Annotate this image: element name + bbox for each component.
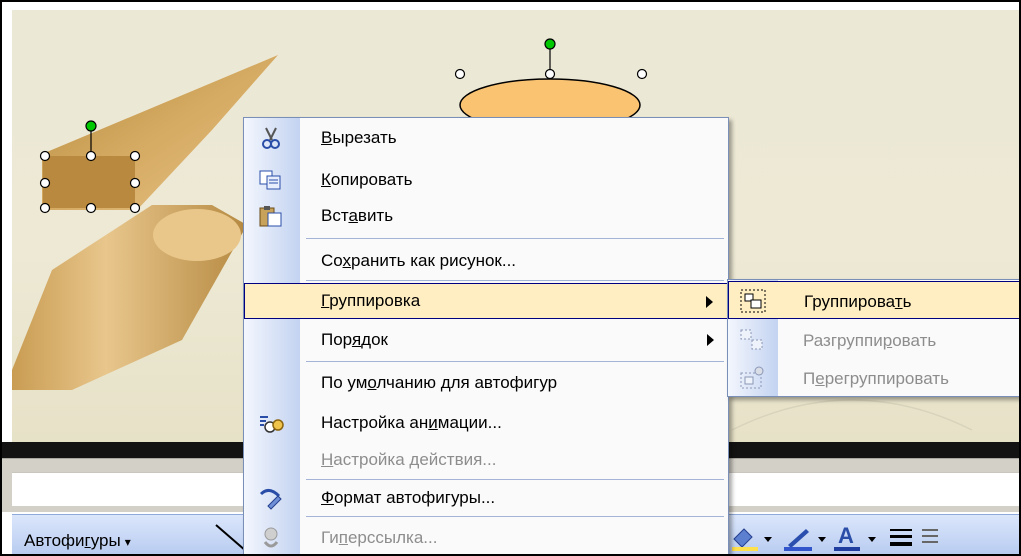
menu-separator: [306, 238, 724, 239]
menu-item-label: Группировка: [321, 291, 420, 311]
menu-item-label-part: и: [428, 413, 438, 432]
menu-item-label: Формат автофигуры...: [321, 488, 495, 508]
menu-item-label-part: астройка действия...: [333, 450, 497, 469]
menu-item-set-autoshape-defaults[interactable]: По умолчанию для автофигур: [244, 365, 728, 401]
menu-item-label-part: ь: [902, 292, 912, 311]
menu-item-label-part: руппировка: [329, 291, 421, 310]
copy-icon: [259, 170, 281, 190]
menu-item-label-part: ырезать: [332, 128, 397, 147]
menu-item-label-part: а: [348, 206, 358, 225]
menu-item-cut[interactable]: Вырезать: [244, 120, 728, 156]
submenu-item-regroup[interactable]: Перегруппировать: [728, 359, 1019, 397]
menu-item-format-autoshape[interactable]: Формат автофигуры...: [244, 480, 728, 516]
autoshapes-menu-button[interactable]: Автофигуры ▾: [24, 531, 131, 551]
menu-item-label: Группировать: [804, 292, 911, 312]
menu-item-label: Сохранить как рисунок...: [321, 251, 516, 271]
menu-item-label: Разгруппировать: [803, 331, 936, 351]
menu-item-label-part: П: [803, 369, 816, 388]
menu-item-label-part: р: [882, 331, 893, 350]
font-color-tool-icon[interactable]: A: [834, 523, 876, 551]
menu-separator: [306, 516, 724, 517]
menu-item-label-part: ерссылка...: [347, 528, 438, 547]
autoshapes-label-post: уры: [90, 531, 121, 550]
menu-item-order[interactable]: Порядок: [244, 322, 728, 358]
hyperlink-icon: [263, 527, 279, 548]
dash-style-tool-icon[interactable]: [922, 529, 938, 543]
dropdown-arrow-icon: ▾: [124, 535, 131, 549]
menu-item-label: По умолчанию для автофигур: [321, 373, 557, 393]
menu-item-label-part: Пор: [321, 330, 352, 349]
menu-item-label-part: Группирова: [804, 292, 895, 311]
toolbar-right-tools: A: [732, 523, 938, 551]
menu-item-label-part: К: [321, 170, 331, 189]
menu-item-label-part: опировать: [330, 170, 413, 189]
submenu-item-ungroup[interactable]: Разгруппировать: [728, 321, 1019, 359]
paste-icon: [259, 206, 282, 227]
menu-item-label-part: ормат автофигуры...: [333, 488, 496, 507]
menu-item-label-part: о: [367, 373, 377, 392]
submenu-arrow-icon: [706, 296, 713, 308]
menu-separator: [306, 361, 724, 362]
menu-item-label: Настройка действия...: [321, 450, 496, 470]
menu-item-hyperlink[interactable]: Гиперссылка...: [244, 520, 728, 554]
autoshapes-label-pre: Автофи: [24, 531, 85, 550]
menu-item-label-part: я: [351, 330, 362, 349]
menu-item-label-part: регруппировать: [824, 369, 949, 388]
animation-icon: [260, 416, 284, 433]
menu-separator: [306, 280, 724, 281]
menu-item-label-part: Настройка ан: [321, 413, 429, 432]
menu-item-label: Вырезать: [321, 128, 397, 148]
menu-item-label: Вставить: [321, 206, 393, 226]
menu-item-label-part: овать: [892, 331, 937, 350]
group-icon: [740, 289, 766, 313]
menu-item-label-part: док: [361, 330, 388, 349]
line-color-tool-icon[interactable]: [784, 529, 826, 551]
menu-item-label-part: Ги: [321, 528, 339, 547]
menu-item-label: Гиперссылка...: [321, 528, 437, 548]
menu-item-label-part: вить: [357, 206, 394, 225]
decorative-arc: [731, 399, 973, 431]
menu-item-label-part: ранить как рисунок...: [351, 251, 517, 270]
grouping-submenu: Группировать Разгруппировать Перегруппир…: [727, 279, 1019, 397]
menu-item-grouping[interactable]: Группировка: [244, 283, 728, 319]
svg-text:A: A: [838, 523, 854, 548]
menu-item-label-part: Со: [321, 251, 343, 270]
menu-item-label-part: Н: [321, 450, 334, 469]
menu-item-custom-animation[interactable]: Настройка анимации...: [244, 405, 728, 441]
menu-item-label-part: Вст: [321, 206, 349, 225]
menu-item-label-part: п: [338, 528, 348, 547]
screenshot-frame: Автофигуры ▾ A Вырезать Копировать Встав…: [0, 0, 1021, 556]
menu-item-label-part: лчанию для автофигур: [376, 373, 558, 392]
menu-item-label-part: т: [894, 292, 903, 311]
menu-item-label: Копировать: [321, 170, 413, 190]
menu-item-label: Порядок: [321, 330, 388, 350]
line-style-tool-icon[interactable]: [890, 529, 912, 546]
menu-item-paste[interactable]: Вставить: [244, 198, 728, 234]
regroup-icon: [740, 366, 764, 389]
menu-item-label-part: мации...: [437, 413, 502, 432]
cone-top: [153, 209, 241, 261]
context-menu: Вырезать Копировать Вставить Сохранить к…: [243, 117, 729, 554]
format-shape-icon: [259, 489, 282, 510]
menu-item-label-part: Разгруппи: [803, 331, 883, 350]
menu-item-copy[interactable]: Копировать: [244, 162, 728, 198]
menu-item-label: Перегруппировать: [803, 369, 949, 389]
scissors-icon: [262, 127, 280, 149]
submenu-arrow-icon: [707, 334, 714, 346]
menu-item-save-as-picture[interactable]: Сохранить как рисунок...: [244, 243, 728, 279]
menu-item-label-part: Ф: [321, 488, 334, 507]
menu-item-label: Настройка анимации...: [321, 413, 502, 433]
menu-item-action-settings[interactable]: Настройка действия...: [244, 442, 728, 478]
menu-item-label-part: е: [815, 369, 825, 388]
submenu-item-group[interactable]: Группировать: [728, 281, 1019, 319]
menu-item-label-part: х: [342, 251, 352, 270]
ungroup-icon: [740, 329, 763, 350]
menu-item-label-part: В: [321, 128, 333, 147]
cylinder-selection-handles[interactable]: [454, 38, 648, 80]
menu-item-label-part: По ум: [321, 373, 368, 392]
fill-color-tool-icon[interactable]: [732, 528, 772, 551]
selected-box-shape[interactable]: [43, 156, 135, 208]
